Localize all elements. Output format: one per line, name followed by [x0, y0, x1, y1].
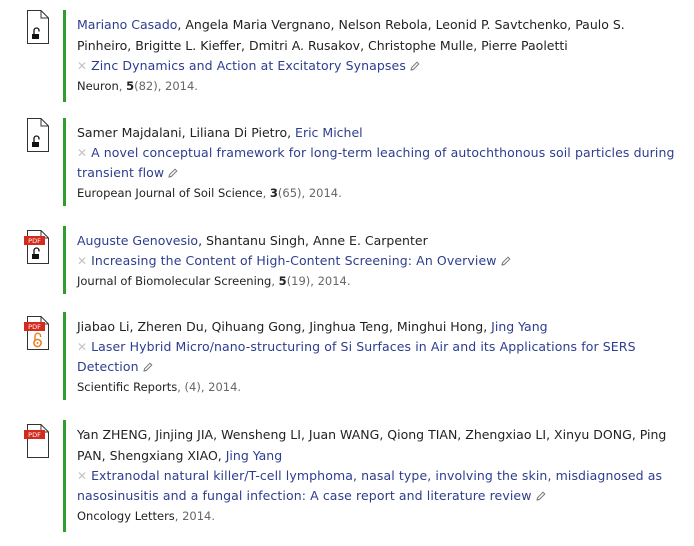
issue: (19) — [286, 274, 311, 288]
remove-icon[interactable]: ✕ — [77, 469, 87, 483]
accent-bar — [63, 312, 66, 400]
author-name: Jiabao Li — [77, 319, 130, 334]
author-name: Xinyu DONG — [554, 427, 632, 442]
issue: (82) — [134, 79, 158, 93]
pencil-icon[interactable] — [168, 168, 178, 178]
pencil-icon[interactable] — [535, 491, 546, 501]
remove-icon[interactable]: ✕ — [77, 254, 87, 268]
publication-title-link[interactable]: A novel conceptual framework for long-te… — [77, 145, 675, 180]
year: 2014. — [165, 79, 198, 93]
journal-citation: Oncology Letters, 2014. — [77, 509, 216, 523]
author-name: Liliana Di Pietro — [189, 125, 288, 140]
publication-title-link[interactable]: Zinc Dynamics and Action at Excitatory S… — [91, 58, 406, 73]
year: 2014. — [317, 274, 351, 288]
author-list: Mariano Casado, Angela Maria Vergnano, N… — [77, 17, 625, 53]
publication-content: Yan ZHENG, Jinjing JIA, Wensheng LI, Jua… — [77, 424, 667, 526]
author-name: Yan ZHENG — [77, 427, 148, 442]
accent-bar — [63, 118, 66, 206]
author-list: Yan ZHENG, Jinjing JIA, Wensheng LI, Jua… — [77, 427, 667, 463]
year: 2014. — [182, 509, 216, 523]
author-name: Zheren Du — [137, 319, 204, 334]
volume: 5 — [278, 274, 287, 288]
publication-item: PDF Jiabao Li, Zheren Du, Qihuang Gong, … — [0, 312, 694, 400]
author-name: Leonid P. Savtchenko — [435, 17, 568, 32]
volume: 3 — [269, 186, 278, 200]
publication-content: Mariano Casado, Angela Maria Vergnano, N… — [77, 14, 682, 96]
pencil-icon[interactable] — [142, 362, 153, 372]
pdf-open-access-icon[interactable]: PDF — [24, 316, 50, 350]
author-list: Samer Majdalani, Liliana Di Pietro, Eric… — [77, 125, 363, 140]
author-name: Shantanu Singh — [206, 233, 306, 248]
publication-item: PDF Auguste Genovesio, Shantanu Singh, A… — [0, 226, 694, 294]
publication-item: Mariano Casado, Angela Maria Vergnano, N… — [0, 10, 694, 102]
publication-title-link[interactable]: Increasing the Content of High-Content S… — [91, 253, 497, 268]
author-name: Dmitri A. Rusakov — [248, 38, 361, 53]
author-list: Auguste Genovesio, Shantanu Singh, Anne … — [77, 233, 428, 248]
accent-bar — [63, 420, 66, 532]
author-name: Nelson Rebola — [338, 17, 428, 32]
title-line: ✕ Laser Hybrid Micro/nano-structuring of … — [77, 337, 682, 377]
accent-bar — [63, 226, 66, 294]
remove-icon[interactable]: ✕ — [77, 340, 87, 354]
document-lock-open-icon[interactable] — [24, 10, 50, 44]
volume: 5 — [126, 79, 135, 93]
journal-citation: European Journal of Soil Science, 3(65),… — [77, 186, 342, 200]
author-name: Samer Majdalani — [77, 125, 182, 140]
pencil-icon[interactable] — [500, 256, 511, 266]
author-name: Minghui Hong — [396, 319, 484, 334]
publication-title-link[interactable]: Extranodal natural killer/T-cell lymphom… — [77, 468, 662, 503]
journal-name: Oncology Letters — [77, 509, 175, 523]
author-link[interactable]: Jing Yang — [226, 448, 282, 463]
author-list: Jiabao Li, Zheren Du, Qihuang Gong, Jing… — [77, 319, 548, 334]
author-link[interactable]: Auguste Genovesio — [77, 233, 198, 248]
journal-name: Journal of Biomolecular Screening — [77, 274, 272, 288]
title-line: ✕ Increasing the Content of High-Content … — [77, 251, 682, 271]
document-lock-open-icon[interactable] — [24, 118, 50, 152]
author-link[interactable]: Eric Michel — [295, 125, 363, 140]
author-name: Wensheng LI — [221, 427, 301, 442]
year: 2014. — [308, 186, 342, 200]
remove-icon[interactable]: ✕ — [77, 59, 87, 73]
pdf-icon[interactable]: PDF — [24, 424, 50, 458]
author-link[interactable]: Mariano Casado — [77, 17, 177, 32]
publication-item: Samer Majdalani, Liliana Di Pietro, Eric… — [0, 118, 694, 206]
author-name: Pierre Paoletti — [481, 38, 568, 53]
author-name: Anne E. Carpenter — [313, 233, 428, 248]
author-link[interactable]: Jing Yang — [491, 319, 547, 334]
pdf-lock-open-icon[interactable]: PDF — [24, 230, 50, 264]
pencil-icon[interactable] — [410, 61, 420, 71]
author-name: Qihuang Gong — [211, 319, 302, 334]
journal-citation: Scientific Reports, (4), 2014. — [77, 380, 242, 394]
journal-name: Neuron — [77, 79, 119, 93]
publication-title-link[interactable]: Laser Hybrid Micro/nano-structuring of S… — [77, 339, 636, 374]
publication-content: Auguste Genovesio, Shantanu Singh, Anne … — [77, 230, 682, 291]
issue: (4) — [184, 380, 201, 394]
title-line: ✕ Zinc Dynamics and Action at Excitatory … — [77, 56, 682, 76]
author-name: Qiong TIAN — [387, 427, 458, 442]
issue: (65) — [277, 186, 302, 200]
journal-citation: Neuron, 5(82), 2014. — [77, 79, 198, 93]
author-name: Christophe Mulle — [368, 38, 474, 53]
publication-content: Samer Majdalani, Liliana Di Pietro, Eric… — [77, 122, 682, 203]
author-name: Shengxiang XIAO — [109, 448, 218, 463]
remove-icon[interactable]: ✕ — [77, 146, 87, 160]
author-name: Zhengxiao LI — [465, 427, 547, 442]
pdf-badge-label: PDF — [28, 323, 41, 331]
author-name: Brigitte L. Kieffer — [135, 38, 241, 53]
pdf-badge-label: PDF — [28, 431, 41, 439]
author-name: Juan WANG — [308, 427, 380, 442]
journal-name: European Journal of Soil Science — [77, 186, 263, 200]
publication-item: PDF Yan ZHENG, Jinjing JIA, Wensheng LI,… — [0, 420, 694, 532]
title-line: ✕ Extranodal natural killer/T-cell lympho… — [77, 466, 667, 506]
journal-citation: Journal of Biomolecular Screening, 5(19)… — [77, 274, 351, 288]
journal-name: Scientific Reports — [77, 380, 178, 394]
accent-bar — [63, 10, 66, 102]
publication-content: Jiabao Li, Zheren Du, Qihuang Gong, Jing… — [77, 316, 682, 397]
author-name: Jinjing JIA — [155, 427, 214, 442]
title-line: ✕ A novel conceptual framework for long-t… — [77, 143, 682, 183]
author-name: Angela Maria Vergnano — [185, 17, 331, 32]
pdf-badge-label: PDF — [28, 237, 41, 245]
year: 2014. — [208, 380, 242, 394]
author-name: Jinghua Teng — [309, 319, 389, 334]
